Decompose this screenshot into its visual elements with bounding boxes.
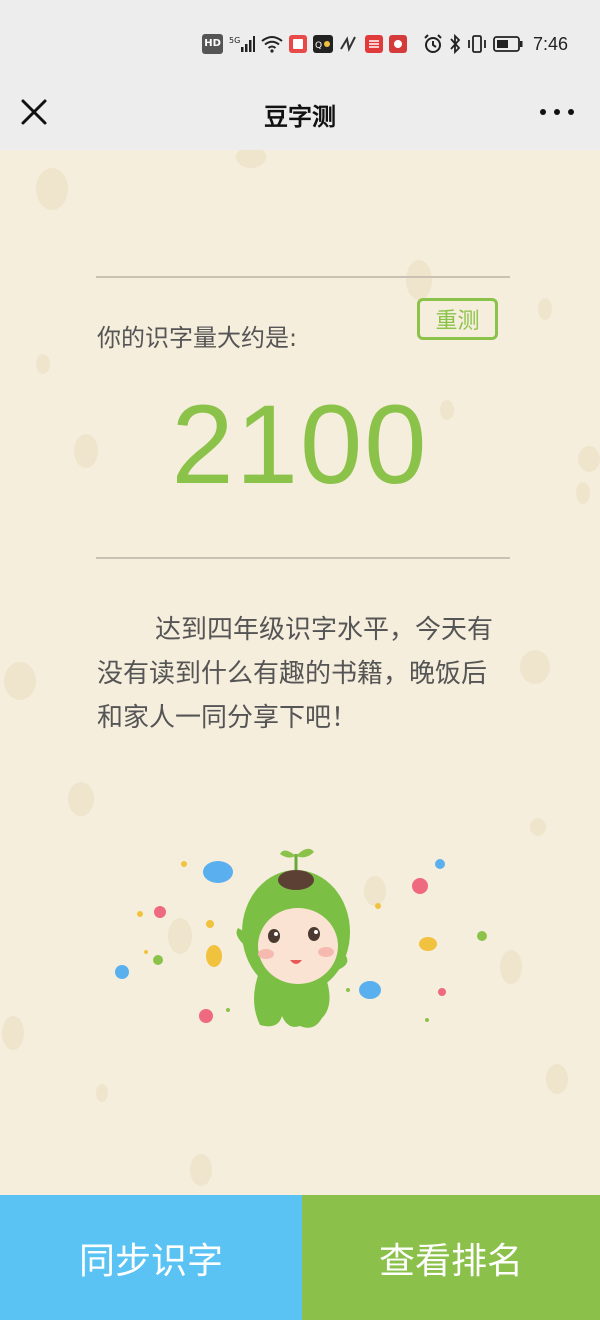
- more-dot: [540, 109, 546, 115]
- retest-button[interactable]: 重测: [417, 298, 498, 340]
- page-title: 豆字测: [264, 103, 336, 131]
- background-blob: [96, 1084, 108, 1102]
- signal-icon: 5G: [229, 34, 255, 54]
- app-notification-icon: [364, 34, 383, 54]
- more-icon[interactable]: [540, 102, 574, 122]
- view-ranking-button[interactable]: 查看排名: [302, 1195, 600, 1320]
- more-dot: [568, 109, 574, 115]
- status-bar: HD 5G Q 7:46: [0, 0, 600, 78]
- app-notification-icon: [388, 34, 407, 54]
- bottom-action-bar: 同步识字 查看排名: [0, 1195, 600, 1320]
- background-blob: [236, 150, 266, 168]
- background-blob: [406, 260, 432, 300]
- top-divider: [96, 276, 510, 278]
- status-time: 7:46: [532, 33, 568, 54]
- result-label: 你的识字量大约是:: [97, 324, 298, 352]
- app-notification-icon: Q: [312, 34, 333, 54]
- background-blob: [36, 354, 50, 374]
- background-blob: [190, 1154, 212, 1186]
- status-icons: HD 5G Q 7:46: [202, 33, 568, 55]
- background-blob: [538, 298, 552, 320]
- bottom-divider: [96, 557, 510, 559]
- background-blob: [500, 950, 522, 984]
- mascot-illustration: [100, 840, 500, 1040]
- vocabulary-score: 2100: [171, 382, 429, 507]
- background-blob: [36, 168, 68, 210]
- result-description: 达到四年级识字水平，今天有没有读到什么有趣的书籍，晚饭后和家人一同分享下吧！: [97, 615, 494, 733]
- app-notification-icon: [288, 34, 307, 54]
- background-blob: [520, 650, 550, 684]
- svg-text:Q: Q: [315, 41, 322, 51]
- background-blob: [546, 1064, 568, 1094]
- alarm-icon: [423, 34, 443, 54]
- wifi-icon: [261, 34, 283, 54]
- sync-characters-button[interactable]: 同步识字: [0, 1195, 302, 1320]
- nav-bar: 豆字测: [0, 78, 600, 150]
- background-blob: [530, 818, 546, 836]
- background-blob: [4, 662, 36, 700]
- bluetooth-icon: [449, 34, 461, 54]
- more-dot: [554, 109, 560, 115]
- vibrate-icon: [467, 34, 487, 54]
- svg-text:5G: 5G: [229, 36, 240, 45]
- app-notification-icon: [339, 34, 359, 54]
- background-blob: [68, 782, 94, 816]
- battery-icon: [493, 34, 523, 54]
- result-content: 你的识字量大约是: 重测 2100 达到四年级识字水平，今天有没有读到什么有趣的…: [0, 150, 600, 1195]
- background-blob: [2, 1016, 24, 1050]
- hd-badge: HD: [202, 34, 223, 54]
